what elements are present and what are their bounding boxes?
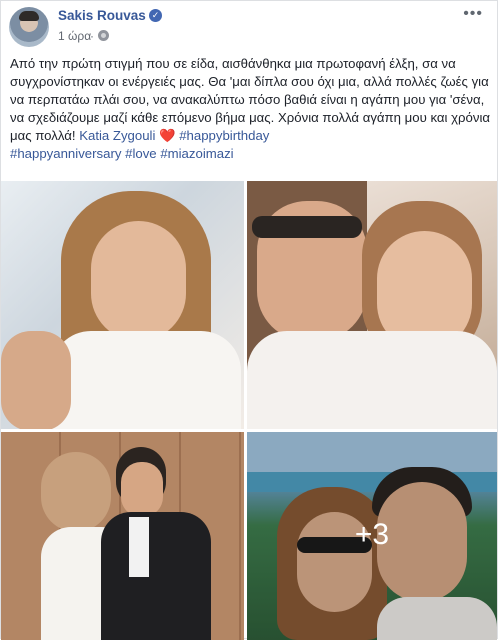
photo-grid: +3 <box>1 181 497 640</box>
photo-selfie-woman[interactable] <box>1 181 244 429</box>
meta-separator: · <box>90 29 94 43</box>
more-options-icon[interactable]: ••• <box>463 5 483 23</box>
facebook-post: Sakis Rouvas ✓ 1 ώρα · ••• Από την πρώτη… <box>0 0 498 640</box>
hashtag-link[interactable]: #happyanniversary <box>10 146 121 161</box>
globe-icon <box>98 30 109 41</box>
hashtag-link[interactable]: #happybirthday <box>179 128 269 143</box>
photo-couple-beach[interactable]: +3 <box>247 432 497 640</box>
post-timestamp[interactable]: 1 ώρα <box>58 29 91 43</box>
post-header: Sakis Rouvas ✓ 1 ώρα · ••• <box>1 1 497 53</box>
hashtag-link[interactable]: #love <box>125 146 157 161</box>
photo-couple-closeup[interactable] <box>247 181 497 429</box>
post-text: Από την πρώτη στιγμή που σε είδα, αισθάν… <box>10 55 490 163</box>
verified-badge-icon: ✓ <box>149 9 162 22</box>
author-avatar[interactable] <box>9 7 49 47</box>
photo-wedding[interactable] <box>1 432 244 640</box>
more-photos-count[interactable]: +3 <box>247 518 497 552</box>
author-name[interactable]: Sakis Rouvas <box>58 8 146 23</box>
hashtag-link[interactable]: #miazoimazi <box>160 146 233 161</box>
mention-link[interactable]: Katia Zygouli <box>79 128 155 143</box>
heart-emoji: ❤️ <box>159 128 176 143</box>
